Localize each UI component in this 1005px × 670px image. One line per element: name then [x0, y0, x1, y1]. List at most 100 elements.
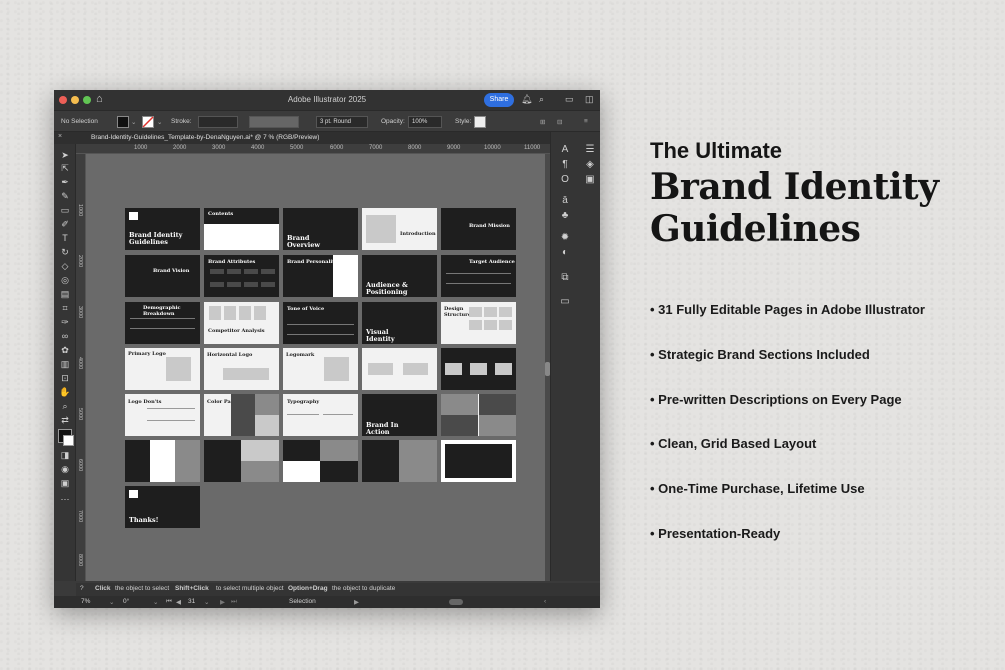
character-panel-icon[interactable]: A: [559, 144, 571, 156]
artboard-visual-identity[interactable]: Visual Identity: [362, 302, 437, 344]
rotation-value[interactable]: 0°: [123, 598, 129, 605]
mesh-tool-icon[interactable]: ⌗: [59, 303, 71, 314]
current-tool-status[interactable]: Selection: [289, 598, 316, 605]
artboard-contents[interactable]: Contents: [204, 208, 279, 250]
first-artboard-icon[interactable]: ⏮: [166, 598, 172, 606]
artboard-mockup-1[interactable]: [125, 440, 200, 482]
type-tool-icon[interactable]: T: [59, 233, 71, 244]
shape-builder-tool-icon[interactable]: ◎: [59, 275, 71, 286]
draw-mode-icon[interactable]: ◉: [59, 464, 71, 475]
artboard-target-audience[interactable]: Target Audience: [441, 255, 516, 297]
artboard-logo-donts[interactable]: Logo Don'ts: [125, 394, 200, 436]
artboard-tool-icon[interactable]: ⊡: [59, 373, 71, 384]
artboard-color-palette[interactable]: Color Palette: [204, 394, 279, 436]
opentype-panel-icon[interactable]: O: [559, 174, 571, 186]
transform-icon[interactable]: ⊟: [557, 118, 562, 126]
scroll-left-icon[interactable]: ‹: [544, 598, 546, 605]
share-button[interactable]: Share: [484, 93, 514, 107]
layers-panel-icon[interactable]: ◈: [584, 159, 596, 171]
align-icon[interactable]: ⊞: [540, 118, 545, 126]
artboard-typography[interactable]: Typography: [283, 394, 358, 436]
color-panel-icon[interactable]: ✹: [559, 232, 571, 244]
selection-tool-icon[interactable]: ➤: [59, 150, 71, 161]
next-artboard-icon[interactable]: ▶: [220, 598, 225, 606]
pathfinder-panel-icon[interactable]: ⧉: [559, 272, 571, 284]
zoom-dropdown-icon[interactable]: ⌄: [109, 598, 114, 606]
artboard-brand-in-action[interactable]: Brand In Action: [362, 394, 437, 436]
glyphs-panel-icon[interactable]: ā: [559, 195, 571, 207]
hand-tool-icon[interactable]: ✋: [59, 387, 71, 398]
artboard-logo-dark[interactable]: [441, 348, 516, 390]
artboard-mockup-2[interactable]: [204, 440, 279, 482]
color-mode-icon[interactable]: ◨: [59, 450, 71, 461]
rectangle-tool-icon[interactable]: ▭: [59, 205, 71, 216]
properties-panel-icon[interactable]: ☰: [584, 144, 596, 156]
curvature-tool-icon[interactable]: ✎: [59, 191, 71, 202]
paragraph-panel-icon[interactable]: ¶: [559, 159, 571, 171]
swatches-panel-icon[interactable]: ◐: [559, 247, 571, 259]
stroke-weight-field[interactable]: [198, 116, 238, 128]
brush-tool-icon[interactable]: ✐: [59, 219, 71, 230]
stroke-swatch[interactable]: [142, 116, 154, 128]
help-icon[interactable]: ?: [80, 585, 84, 592]
variable-width-field[interactable]: [249, 116, 299, 128]
stroke-dropdown-icon[interactable]: ⌄: [157, 118, 162, 126]
artboard-design-structure[interactable]: Design Structure: [441, 302, 516, 344]
libraries-panel-icon[interactable]: ▣: [584, 174, 596, 186]
eyedropper-tool-icon[interactable]: ✑: [59, 317, 71, 328]
direct-selection-tool-icon[interactable]: ⇱: [59, 163, 71, 174]
artboard-cover[interactable]: Brand Identity Guidelines: [125, 208, 200, 250]
artboard-mockup-grid[interactable]: [441, 394, 516, 436]
comments-panel-icon[interactable]: ▭: [559, 296, 571, 308]
document-tab[interactable]: Brand-Identity-Guidelines_Template-by-De…: [91, 134, 319, 141]
menu-icon[interactable]: ≡: [584, 118, 588, 125]
artboard-horizontal-logo[interactable]: Horizontal Logo: [204, 348, 279, 390]
pen-tool-icon[interactable]: ✒: [59, 177, 71, 188]
fill-dropdown-icon[interactable]: ⌄: [131, 118, 136, 126]
artboard-introduction[interactable]: Introduction: [362, 208, 437, 250]
horizontal-scroll-thumb[interactable]: [449, 599, 463, 605]
graph-tool-icon[interactable]: ▥: [59, 359, 71, 370]
artboard-brand-mission[interactable]: Brand Mission: [441, 208, 516, 250]
search-icon[interactable]: ⌕: [539, 94, 544, 105]
artboard-logomark[interactable]: Logomark: [283, 348, 358, 390]
artboard-number[interactable]: 31: [188, 598, 195, 605]
artboard-brand-vision[interactable]: Brand Vision: [125, 255, 200, 297]
brush-definition[interactable]: 3 pt. Round: [316, 116, 368, 128]
opacity-field[interactable]: 100%: [408, 116, 442, 128]
screen-mode-icon[interactable]: ▣: [59, 478, 71, 489]
last-artboard-icon[interactable]: ⏭: [231, 598, 237, 606]
artboard-demographic[interactable]: Demographic Breakdown: [125, 302, 200, 344]
artboard-tone-of-voice[interactable]: Tone of Voice: [283, 302, 358, 344]
rotation-dropdown-icon[interactable]: ⌄: [153, 598, 158, 606]
fill-swatch[interactable]: [117, 116, 129, 128]
more-tools-icon[interactable]: ⋯: [59, 494, 71, 505]
swap-colors-icon[interactable]: ⇄: [59, 415, 71, 426]
artboard-mockup-4[interactable]: [362, 440, 437, 482]
artboard-brand-overview[interactable]: Brand Overview: [283, 208, 358, 250]
bell-icon[interactable]: 🔔︎: [521, 94, 532, 105]
zoom-tool-icon[interactable]: ⌕: [59, 401, 71, 412]
status-menu-icon[interactable]: ▶: [354, 598, 359, 606]
zoom-level[interactable]: 7%: [81, 598, 90, 605]
artboard-competitor[interactable]: Competitor Analysis: [204, 302, 279, 344]
artboard-audience[interactable]: Audience & Positioning: [362, 255, 437, 297]
style-swatch[interactable]: [474, 116, 486, 128]
workspace-icon[interactable]: ▭: [565, 94, 574, 105]
eraser-tool-icon[interactable]: ◇: [59, 261, 71, 272]
artboard-primary-logo[interactable]: Primary Logo: [125, 348, 200, 390]
artboard-thanks[interactable]: Thanks!: [125, 486, 200, 528]
previous-artboard-icon[interactable]: ◀: [176, 598, 181, 606]
artboard-canvas[interactable]: Brand Identity Guidelines Contents Brand…: [86, 154, 545, 581]
blend-tool-icon[interactable]: ∞: [59, 331, 71, 342]
artboard-brand-personality[interactable]: Brand Personality: [283, 255, 358, 297]
close-tab-icon[interactable]: ×: [58, 133, 62, 140]
gradient-tool-icon[interactable]: ▤: [59, 289, 71, 300]
symbol-tool-icon[interactable]: ✿: [59, 345, 71, 356]
panel-toggle-icon[interactable]: ◫: [585, 94, 594, 105]
artboard-dropdown-icon[interactable]: ⌄: [204, 598, 209, 606]
symbols-panel-icon[interactable]: ♣: [559, 210, 571, 222]
artboard-mockup-5[interactable]: [441, 440, 516, 482]
stroke-indicator[interactable]: [63, 435, 74, 446]
rotate-tool-icon[interactable]: ↻: [59, 247, 71, 258]
